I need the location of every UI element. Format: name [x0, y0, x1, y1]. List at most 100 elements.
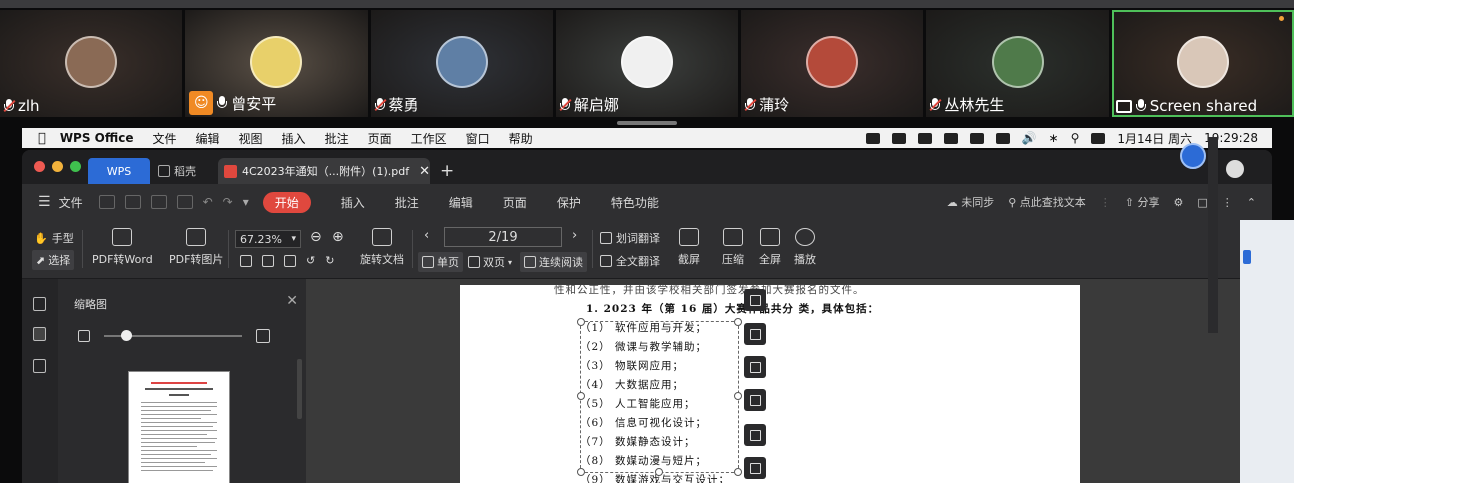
- compress-button[interactable]: 压缩: [722, 228, 744, 267]
- resize-handle[interactable]: [577, 318, 585, 326]
- fit-width-icon[interactable]: [284, 254, 296, 267]
- menubar-item-window[interactable]: 窗口: [466, 130, 490, 147]
- dropdown-icon[interactable]: ▾: [243, 195, 249, 209]
- resize-handle[interactable]: [577, 392, 585, 400]
- full-translate-button[interactable]: 全文翻译: [600, 253, 660, 269]
- status-app-icon[interactable]: [917, 132, 932, 144]
- pdf-to-word-button[interactable]: PDF转Word: [92, 228, 153, 267]
- bookmark-icon[interactable]: [33, 297, 46, 311]
- status-app-icon[interactable]: [865, 132, 880, 144]
- menubar-date[interactable]: 1月14日 周六: [1117, 130, 1192, 147]
- resize-handle[interactable]: [734, 468, 742, 476]
- participant-tile[interactable]: zlh: [0, 10, 183, 117]
- close-tab-icon[interactable]: ✕: [419, 164, 430, 179]
- volume-icon[interactable]: 🔊: [1022, 131, 1037, 145]
- notification-icon[interactable]: [969, 132, 984, 144]
- participant-tile[interactable]: 蒲玲: [741, 10, 924, 117]
- menubar-item-file[interactable]: 文件: [153, 130, 177, 147]
- zoom-select[interactable]: 67.23% ▾: [235, 230, 301, 248]
- participant-tile[interactable]: 蔡勇: [370, 10, 553, 117]
- menu-protect[interactable]: 保护: [557, 194, 581, 211]
- zoom-in-icon[interactable]: ⊕: [332, 229, 344, 245]
- status-app-icon[interactable]: [891, 132, 906, 144]
- menu-annotate[interactable]: 批注: [395, 194, 419, 211]
- fit-page-icon[interactable]: [262, 254, 274, 267]
- double-page-button[interactable]: 双页 ▾: [464, 252, 516, 272]
- control-center-icon[interactable]: [1091, 132, 1106, 144]
- menu-edit[interactable]: 编辑: [449, 194, 473, 211]
- edit-image-button[interactable]: [744, 323, 766, 345]
- to-table-button[interactable]: [744, 457, 766, 479]
- tab-pdf-document[interactable]: 4C2023年通知（...附件）(1).pdf ✕: [218, 158, 430, 184]
- battery-icon[interactable]: [943, 132, 958, 144]
- maximize-window-button[interactable]: [70, 161, 81, 172]
- select-tool[interactable]: ⬈ 选择: [32, 250, 75, 270]
- sync-status[interactable]: ☁ 未同步: [947, 194, 995, 210]
- participant-tile[interactable]: Screen shared: [1111, 10, 1294, 117]
- collapse-ribbon-icon[interactable]: ⌃: [1247, 196, 1256, 209]
- settings-icon[interactable]: ⚙: [1174, 196, 1184, 209]
- resize-handle[interactable]: [577, 468, 585, 476]
- next-page-icon[interactable]: ›: [572, 228, 577, 243]
- menubar-item-edit[interactable]: 编辑: [196, 130, 220, 147]
- assistant-fab-button[interactable]: [1180, 143, 1206, 169]
- menubar-app-name[interactable]: WPS Office: [60, 131, 134, 145]
- apple-icon[interactable]: : [38, 131, 46, 146]
- menubar-item-view[interactable]: 视图: [239, 130, 263, 147]
- resize-handle[interactable]: [734, 392, 742, 400]
- extract-text-button[interactable]: [744, 389, 766, 411]
- more-dots-icon[interactable]: ⋮: [1100, 196, 1111, 209]
- undo-icon[interactable]: ↶: [203, 195, 213, 209]
- participant-tile[interactable]: ☺ 曾安平: [185, 10, 368, 117]
- export-icon[interactable]: [176, 195, 193, 209]
- print-icon[interactable]: [150, 195, 167, 209]
- menubar-item-insert[interactable]: 插入: [282, 130, 306, 147]
- thumbnail-scrollbar[interactable]: [297, 359, 302, 419]
- annotation-list-icon[interactable]: [33, 359, 46, 373]
- more-menu-icon[interactable]: ⋮: [1222, 196, 1233, 209]
- strip-drag-handle[interactable]: [617, 121, 677, 125]
- menubar-item-help[interactable]: 帮助: [509, 130, 533, 147]
- small-thumbnail-icon[interactable]: [78, 330, 90, 342]
- hand-tool[interactable]: ✋ 手型: [34, 230, 74, 246]
- open-icon[interactable]: [98, 195, 115, 209]
- continuous-reading-button[interactable]: 连续阅读: [520, 252, 587, 272]
- rotate-left-icon[interactable]: ↺: [306, 254, 315, 267]
- rotate-right-icon[interactable]: ↻: [325, 254, 334, 267]
- page-thumbnail[interactable]: [128, 371, 230, 483]
- close-window-button[interactable]: [34, 161, 45, 172]
- minimize-window-button[interactable]: [52, 161, 63, 172]
- menu-insert[interactable]: 插入: [341, 194, 365, 211]
- zoom-out-icon[interactable]: ⊖: [310, 229, 322, 245]
- text-selection-box[interactable]: [577, 318, 742, 476]
- resize-handle[interactable]: [655, 468, 663, 476]
- tab-wps-home[interactable]: WPS: [88, 158, 150, 184]
- user-avatar[interactable]: [1226, 160, 1244, 178]
- resize-handle[interactable]: [734, 318, 742, 326]
- menubar-item-annotate[interactable]: 批注: [325, 130, 349, 147]
- menubar-item-page[interactable]: 页面: [368, 130, 392, 147]
- menu-special-features[interactable]: 特色功能: [611, 194, 659, 211]
- large-thumbnail-icon[interactable]: [256, 329, 270, 343]
- document-scrollbar[interactable]: [1208, 137, 1218, 333]
- prev-page-icon[interactable]: ‹: [424, 228, 429, 243]
- play-button[interactable]: 播放: [794, 228, 816, 267]
- rotate-document-button[interactable]: 旋转文档: [360, 228, 404, 267]
- menu-start[interactable]: 开始: [262, 191, 311, 213]
- pdf-to-image-button[interactable]: PDF转图片: [169, 228, 223, 267]
- menu-file[interactable]: 文件: [59, 194, 83, 211]
- tab-daoke[interactable]: 稻壳: [158, 158, 196, 184]
- new-tab-button[interactable]: +: [440, 158, 454, 184]
- thumbnail-icon[interactable]: [33, 327, 46, 341]
- to-word-button[interactable]: [744, 424, 766, 446]
- close-icon[interactable]: ✕: [286, 293, 298, 309]
- bluetooth-icon[interactable]: ∗: [1049, 131, 1059, 145]
- word-translate-button[interactable]: 划词翻译: [600, 230, 660, 246]
- menu-page[interactable]: 页面: [503, 194, 527, 211]
- participant-tile[interactable]: 解启娜: [555, 10, 739, 117]
- hamburger-icon[interactable]: ☰: [38, 194, 51, 210]
- share-button[interactable]: ⇧ 分享: [1125, 194, 1160, 210]
- save-icon[interactable]: [124, 195, 141, 209]
- actual-size-icon[interactable]: [240, 254, 252, 267]
- page-number-input[interactable]: 2/19: [444, 227, 562, 247]
